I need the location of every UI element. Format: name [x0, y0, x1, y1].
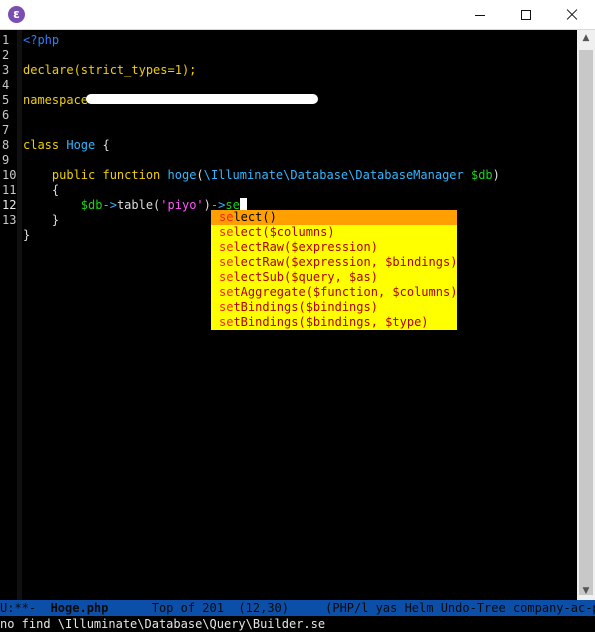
param-variable: $db [470, 168, 493, 182]
code-line: namespace [23, 93, 88, 108]
maximize-button[interactable] [503, 0, 549, 30]
line-number: 11 [2, 183, 17, 197]
completion-rest: lectSub($query, $as) [233, 270, 378, 284]
completion-match: se [219, 225, 234, 239]
completion-item[interactable]: selectRaw($expression) [211, 240, 457, 255]
completion-rest: lectRaw($expression) [233, 240, 378, 254]
line-number: 10 [2, 168, 17, 182]
fringe [17, 30, 22, 600]
param-type: \Illuminate\Database\DatabaseManager [203, 168, 464, 182]
line-number: 7 [2, 123, 10, 137]
completion-rest: lect() [233, 210, 277, 224]
mode-info: Top of 201 (12,30) (PHP/l yas Helm Undo-… [108, 601, 595, 615]
minimize-button[interactable] [457, 0, 503, 30]
completion-match: se [219, 300, 234, 314]
maximize-icon [521, 10, 531, 20]
string-literal: 'piyo' [160, 198, 204, 212]
title-bar: ε [0, 0, 595, 30]
mode-line: U:**- Hoge.php Top of 201 (12,30) (PHP/l… [0, 600, 595, 616]
redaction-scribble [86, 94, 318, 104]
minibuffer-message: no find \Illuminate\Database\Query\Build… [0, 617, 326, 631]
completion-match: se [219, 285, 234, 299]
brace: { [23, 183, 60, 197]
code-line: class Hoge { [23, 138, 110, 153]
scroll-down-icon[interactable]: ▼ [577, 583, 595, 600]
class-name: Hoge [66, 138, 96, 152]
completion-rest: tAggregate($function, $columns) [233, 285, 458, 299]
completion-match: se [219, 315, 234, 329]
completion-rest: tBindings($bindings) [233, 300, 378, 314]
completion-item[interactable]: setBindings($bindings) [211, 300, 457, 315]
buffer-name: Hoge.php [50, 601, 109, 615]
brace: } [23, 228, 31, 242]
php-open-tag: <?php [23, 33, 60, 47]
line-number-current: 12 [2, 198, 17, 212]
completion-item[interactable]: selectRaw($expression, $bindings) [211, 255, 457, 270]
close-button[interactable] [549, 0, 595, 30]
paren: ) [203, 198, 211, 212]
code-line: <?php [23, 33, 59, 48]
paren: ) [492, 168, 500, 182]
namespace-keyword: namespace [23, 93, 89, 107]
buffer-status: U:**- [0, 601, 51, 615]
line-number: 2 [2, 48, 10, 62]
completion-item[interactable]: setAggregate($function, $columns) [211, 285, 457, 300]
completion-rest: lect($columns) [233, 225, 335, 239]
editor-area[interactable]: 1 2 3 4 5 6 7 8 9 10 11 12 13 <?php decl… [0, 30, 577, 600]
completion-item[interactable]: select($columns) [211, 225, 457, 240]
completion-popup[interactable]: select() select($columns) selectRaw($exp… [211, 210, 457, 330]
brace: { [95, 138, 110, 152]
line-number: 1 [2, 33, 10, 47]
paren: ( [196, 168, 204, 182]
code-line: { [23, 183, 59, 198]
function-keyword: public function [51, 168, 161, 182]
completion-rest: tBindings($bindings, $type) [233, 315, 429, 329]
minimize-icon [475, 14, 485, 16]
completion-rest: lectRaw($expression, $bindings) [233, 255, 458, 269]
class-keyword: class [23, 138, 60, 152]
minibuffer[interactable]: no find \Illuminate\Database\Query\Build… [0, 616, 595, 632]
code-line: public function hoge(\Illuminate\Databas… [23, 168, 500, 183]
scroll-up-icon[interactable]: ▲ [577, 30, 595, 47]
completion-match: se [219, 240, 234, 254]
completion-item-selected[interactable]: select() [211, 210, 457, 225]
object-operator: -> [102, 198, 117, 212]
line-number: 9 [2, 153, 10, 167]
emacs-icon: ε [8, 6, 25, 23]
line-number: 13 [2, 213, 17, 227]
completion-match: se [219, 210, 234, 224]
completion-item[interactable]: setBindings($bindings, $type) [211, 315, 457, 330]
line-number: 8 [2, 138, 10, 152]
close-icon [566, 9, 578, 21]
function-name: hoge [167, 168, 197, 182]
code-line: } [23, 228, 30, 243]
scrollbar-thumb[interactable] [579, 50, 593, 595]
line-number: 3 [2, 63, 10, 77]
declare-statement: declare(strict_types=1); [23, 63, 197, 77]
line-number: 4 [2, 78, 10, 92]
method-call: table( [116, 198, 161, 212]
code-line: } [23, 213, 59, 228]
db-variable: $db [80, 198, 103, 212]
line-number: 5 [2, 93, 10, 107]
brace: } [23, 213, 60, 227]
completion-match: se [219, 255, 234, 269]
completion-match: se [219, 270, 234, 284]
completion-item[interactable]: selectSub($query, $as) [211, 270, 457, 285]
vertical-scrollbar[interactable]: ▲ ▼ [577, 30, 595, 600]
code-line: declare(strict_types=1); [23, 63, 196, 78]
line-number: 6 [2, 108, 10, 122]
